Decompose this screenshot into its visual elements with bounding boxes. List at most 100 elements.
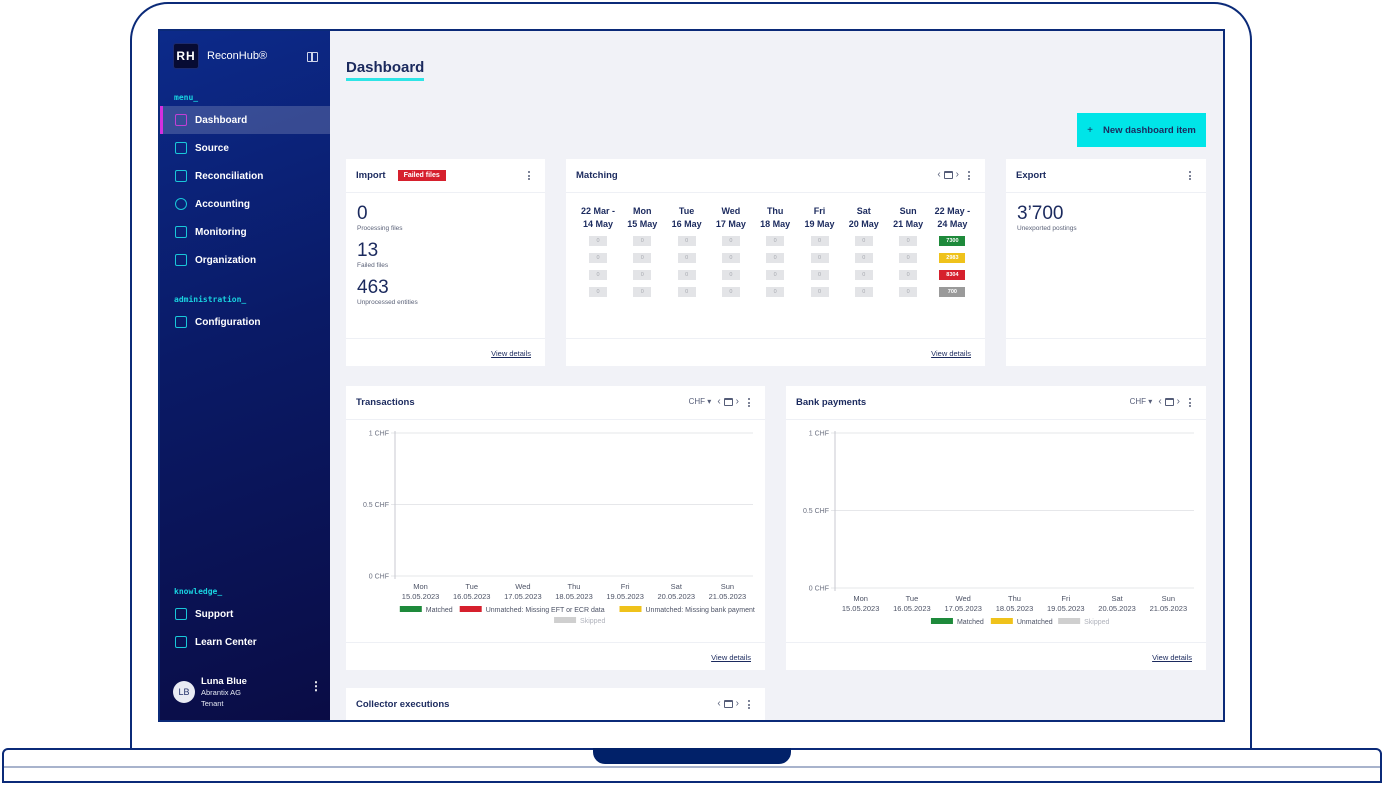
matching-cell[interactable]: 0 xyxy=(677,253,696,263)
column-header-day: 22 Mar - xyxy=(580,206,615,216)
x-tick-day: Sun xyxy=(721,582,734,591)
chat-icon xyxy=(175,608,187,620)
currency-select[interactable]: CHF ▾ xyxy=(1130,397,1153,406)
matching-cell[interactable]: 0 xyxy=(677,236,696,246)
column-header-date: 19 May xyxy=(804,219,835,229)
avatar[interactable]: LB xyxy=(173,681,195,703)
matching-cell[interactable]: 0 xyxy=(899,253,918,263)
chart-controls: CHF ▾ ‹ › xyxy=(689,396,739,407)
sidebar-item-monitoring[interactable]: Monitoring xyxy=(160,218,330,246)
matching-cell[interactable]: 0 xyxy=(721,253,740,263)
legend-swatch xyxy=(619,606,642,612)
chevron-left-icon[interactable]: ‹ xyxy=(717,396,720,407)
chevron-left-icon[interactable]: ‹ xyxy=(717,698,720,709)
matching-cell[interactable]: 0 xyxy=(633,270,652,280)
chevron-right-icon[interactable]: › xyxy=(1177,396,1180,407)
card-header: Matching ‹ › xyxy=(566,159,985,193)
matching-cell[interactable]: 0 xyxy=(766,236,785,246)
matching-column: Wed 17 May 0 0 0 0 xyxy=(709,205,753,304)
calendar-icon[interactable] xyxy=(943,170,953,179)
card-footer: View details xyxy=(566,338,985,366)
matching-cell[interactable]: 0 xyxy=(810,287,829,297)
matching-cell[interactable]: 0 xyxy=(589,270,607,280)
matching-cell[interactable]: 0 xyxy=(633,287,652,297)
matching-cell[interactable]: 2983 xyxy=(939,253,966,263)
matching-cell[interactable]: 0 xyxy=(810,236,829,246)
matching-cell[interactable]: 0 xyxy=(633,236,652,246)
card-header: Transactions CHF ▾ ‹ › xyxy=(346,386,765,420)
matching-cell[interactable]: 8304 xyxy=(939,270,966,280)
sidebar-item-source[interactable]: Source xyxy=(160,134,330,162)
plus-icon: + xyxy=(1087,124,1093,136)
matching-cell[interactable]: 0 xyxy=(633,253,652,263)
sidebar-item-organization[interactable]: Organization xyxy=(160,246,330,274)
matching-cell[interactable]: 0 xyxy=(721,236,740,246)
matching-cell[interactable]: 0 xyxy=(721,287,740,297)
matching-cell[interactable]: 7300 xyxy=(939,236,966,246)
calendar-icon[interactable] xyxy=(723,397,733,406)
matching-cell[interactable]: 0 xyxy=(589,253,607,263)
failed-files-badge[interactable]: Failed files xyxy=(397,170,446,181)
kebab-menu-icon[interactable] xyxy=(1188,171,1192,182)
column-header-date: 17 May xyxy=(715,219,746,229)
legend-label: Skipped xyxy=(580,618,605,625)
sidebar-item-accounting[interactable]: Accounting xyxy=(160,190,330,218)
chevron-right-icon[interactable]: › xyxy=(956,169,959,180)
matching-cell[interactable]: 0 xyxy=(899,236,918,246)
chevron-left-icon[interactable]: ‹ xyxy=(937,169,940,180)
calendar-icon[interactable] xyxy=(723,699,733,708)
collapse-sidebar-icon[interactable] xyxy=(307,52,318,62)
matching-cell[interactable]: 0 xyxy=(899,270,918,280)
matching-cell[interactable]: 0 xyxy=(854,270,873,280)
matching-cell[interactable]: 0 xyxy=(766,287,785,297)
laptop-base-line xyxy=(4,766,1380,768)
kebab-menu-icon[interactable] xyxy=(747,700,751,711)
sidebar-item-learn-center[interactable]: Learn Center xyxy=(160,628,330,656)
currency-value: CHF xyxy=(1129,397,1147,406)
matching-cell[interactable]: 0 xyxy=(810,253,829,263)
kebab-menu-icon[interactable] xyxy=(527,171,531,182)
matching-cell[interactable]: 0 xyxy=(677,270,696,280)
matching-cell[interactable]: 0 xyxy=(589,236,607,246)
sidebar-item-support[interactable]: Support xyxy=(160,600,330,628)
matching-cell[interactable]: 0 xyxy=(766,270,785,280)
matching-cell[interactable]: 0 xyxy=(854,287,873,297)
sidebar-item-dashboard[interactable]: Dashboard xyxy=(160,106,330,134)
matching-cell[interactable]: 0 xyxy=(721,270,740,280)
new-dashboard-item-button[interactable]: + New dashboard item xyxy=(1077,113,1206,147)
logo-mark: RH xyxy=(173,43,199,69)
matching-cell[interactable]: 0 xyxy=(766,253,785,263)
view-details-link[interactable]: View details xyxy=(1152,653,1192,662)
matching-cell[interactable]: 0 xyxy=(810,270,829,280)
user-menu-kebab-icon[interactable]: ⋮ xyxy=(310,680,322,692)
view-details-link[interactable]: View details xyxy=(491,349,531,358)
chevron-right-icon[interactable]: › xyxy=(736,396,739,407)
kebab-menu-icon[interactable] xyxy=(747,398,751,409)
kebab-menu-icon[interactable] xyxy=(1188,398,1192,409)
view-details-link[interactable]: View details xyxy=(711,653,751,662)
chevron-left-icon[interactable]: ‹ xyxy=(1158,396,1161,407)
y-tick-label: 1 CHF xyxy=(369,431,389,438)
logo[interactable]: RH ReconHub® xyxy=(173,43,267,69)
sidebar-item-reconciliation[interactable]: Reconciliation xyxy=(160,162,330,190)
stat-value: 0 xyxy=(357,203,368,224)
matching-cell[interactable]: 700 xyxy=(939,287,966,297)
import-stats: 0 Processing files 13 Failed files 463 U… xyxy=(357,203,418,306)
currency-select[interactable]: CHF ▾ xyxy=(689,397,712,406)
view-details-link[interactable]: View details xyxy=(931,349,971,358)
matching-cell[interactable]: 0 xyxy=(677,287,696,297)
matching-cell[interactable]: 0 xyxy=(854,253,873,263)
stat-label: Unprocessed entities xyxy=(357,299,418,306)
logo-name: ReconHub® xyxy=(207,50,268,62)
y-tick-label: 0 CHF xyxy=(369,574,389,581)
x-tick-day: Thu xyxy=(568,582,581,591)
matching-cell[interactable]: 0 xyxy=(899,287,918,297)
kebab-menu-icon[interactable] xyxy=(967,171,971,182)
sidebar-item-configuration[interactable]: Configuration xyxy=(160,308,330,336)
matching-cell[interactable]: 0 xyxy=(589,287,607,297)
matching-cell[interactable]: 0 xyxy=(854,236,873,246)
matching-column: Mon 15 May 0 0 0 0 xyxy=(620,205,664,304)
chevron-right-icon[interactable]: › xyxy=(736,698,739,709)
x-tick-date: 15.05.2023 xyxy=(842,604,880,613)
calendar-icon[interactable] xyxy=(1164,397,1174,406)
